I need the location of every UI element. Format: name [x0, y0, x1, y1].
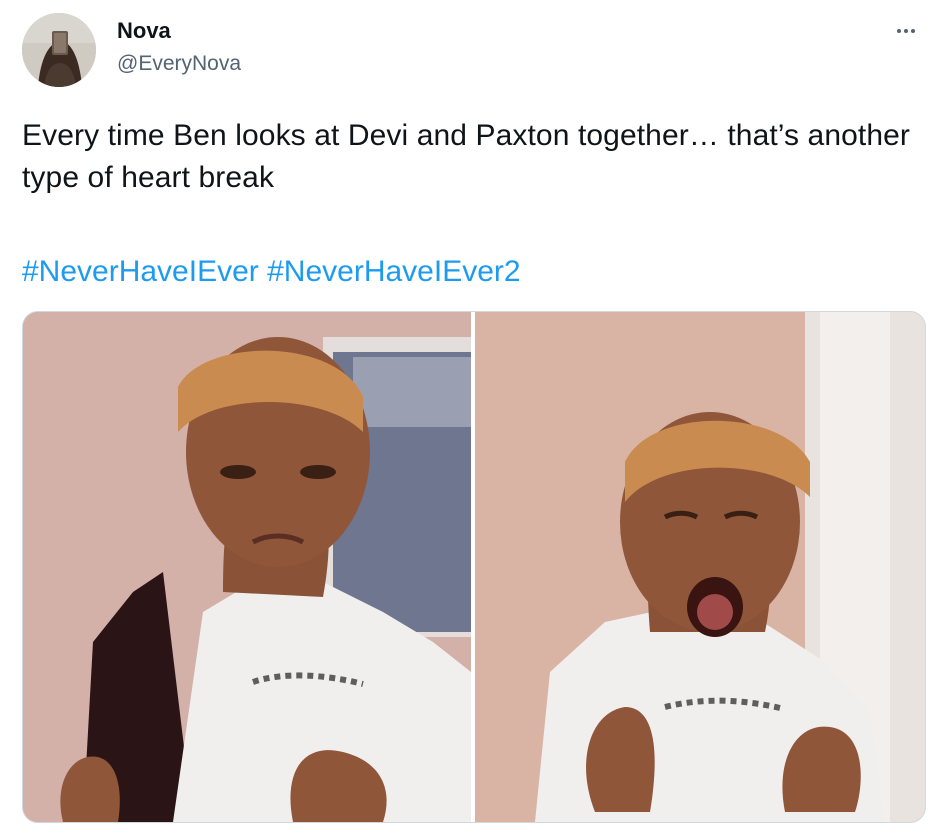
more-horizontal-icon [897, 29, 901, 33]
author-display-name[interactable]: Nova [117, 18, 171, 44]
hashtag-line: #NeverHaveIEver #NeverHaveIEver2 [22, 251, 521, 293]
hashtag-link[interactable]: #NeverHaveIEver [22, 255, 259, 288]
hashtag-link[interactable]: #NeverHaveIEver2 [267, 255, 520, 288]
avatar[interactable] [22, 13, 96, 87]
tweet-text: Every time Ben looks at Devi and Paxton … [22, 119, 911, 194]
photo-right[interactable] [475, 312, 925, 822]
author-handle[interactable]: @EveryNova [117, 52, 241, 76]
photo-left[interactable] [23, 312, 471, 822]
more-options-button[interactable] [886, 18, 926, 44]
more-horizontal-icon-dot [904, 29, 908, 33]
media-grid [22, 311, 926, 823]
more-horizontal-icon-dot [911, 29, 915, 33]
